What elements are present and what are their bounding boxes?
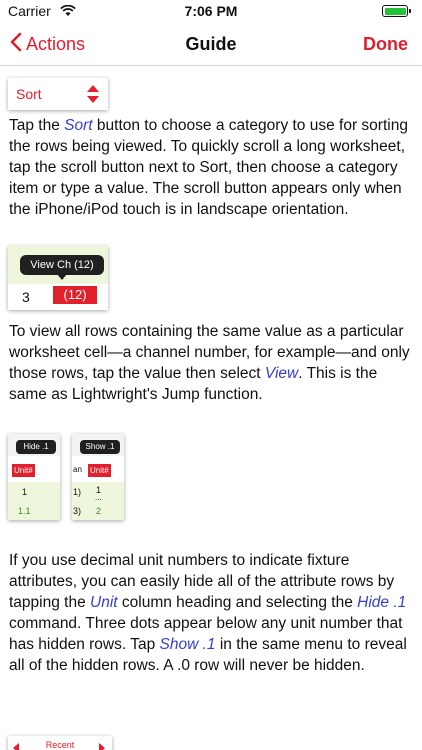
hide-command-image: Hide .1 Unit# 1 1.1 xyxy=(8,434,60,520)
unit-row-value: 2 xyxy=(96,506,102,516)
show-term: Show .1 xyxy=(159,636,216,653)
view-command-image: View Ch (12) 3 (12) xyxy=(8,246,108,310)
hide-show-description: If you use decimal unit numbers to indic… xyxy=(9,550,414,676)
navigation-bar: Actions Guide Done xyxy=(0,22,422,66)
show-menu-pill: Show .1 xyxy=(80,440,120,454)
sort-button-image: Sort xyxy=(8,78,108,110)
status-bar: Carrier 7:06 PM xyxy=(0,0,422,22)
sort-description: Tap the Sort button to choose a category… xyxy=(9,115,414,220)
row-prefix: 3) xyxy=(73,506,82,516)
done-button[interactable]: Done xyxy=(363,34,408,55)
hide-menu-pill: Hide .1 xyxy=(16,440,56,454)
cell-value: 3 xyxy=(22,289,30,305)
partial-header: an xyxy=(73,465,82,474)
page-title: Guide xyxy=(185,34,237,54)
hidden-rows-dots: ... xyxy=(95,493,102,502)
unit-row-value: 1 xyxy=(22,487,28,497)
guide-content[interactable]: Sort Tap the Sort button to choose a cat… xyxy=(0,66,422,750)
status-time: 7:06 PM xyxy=(184,3,238,19)
unit-term: Unit xyxy=(90,594,118,611)
text-segment: Tap the xyxy=(9,117,65,134)
unit-column-header: Unit# xyxy=(88,464,111,477)
unit-column-header: Unit# xyxy=(12,464,35,477)
text-segment: column heading and selecting the xyxy=(117,594,358,611)
show-command-image: Show .1 an Unit# 1) 1 ... 3) 2 xyxy=(72,434,124,520)
row-prefix: 1) xyxy=(73,487,82,497)
view-menu-pill: View Ch (12) xyxy=(20,255,104,275)
recent-label: Recent xyxy=(45,740,75,750)
sort-arrows-icon xyxy=(86,83,100,110)
battery-icon xyxy=(382,5,411,17)
recent-button-image: Recent xyxy=(8,736,112,750)
chevron-right-icon xyxy=(98,740,106,750)
sort-term: Sort xyxy=(64,117,93,134)
view-description: To view all rows containing the same val… xyxy=(9,321,414,405)
sort-label: Sort xyxy=(16,86,42,102)
hide-term: Hide .1 xyxy=(357,594,407,611)
selected-cell: (12) xyxy=(53,286,97,304)
unit-row-value: 1.1 xyxy=(18,506,31,516)
view-term: View xyxy=(264,365,299,382)
